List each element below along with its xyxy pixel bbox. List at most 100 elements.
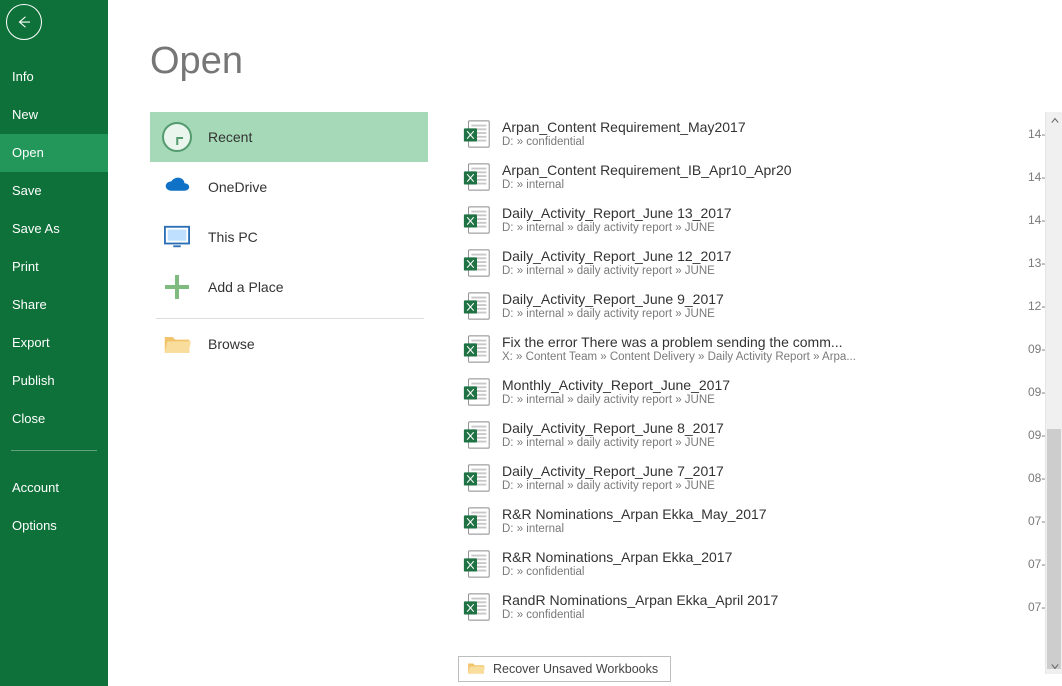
file-name: Arpan_Content Requirement_May2017 — [502, 119, 1028, 135]
recent-file-row[interactable]: Monthly_Activity_Report_June_2017D: » in… — [458, 370, 1062, 413]
recent-file-row[interactable]: Arpan_Content Requirement_IB_Apr10_Apr20… — [458, 155, 1062, 198]
recent-file-row[interactable]: Daily_Activity_Report_June 8_2017D: » in… — [458, 413, 1062, 456]
this-pc-icon — [162, 222, 192, 252]
folder-open-icon — [467, 661, 485, 678]
recent-file-row[interactable]: Daily_Activity_Report_June 7_2017D: » in… — [458, 456, 1062, 499]
file-name: Daily_Activity_Report_June 9_2017 — [502, 291, 1028, 307]
file-info: Daily_Activity_Report_June 9_2017D: » in… — [502, 291, 1028, 320]
file-info: Daily_Activity_Report_June 13_2017D: » i… — [502, 205, 1028, 234]
recent-file-row[interactable]: Daily_Activity_Report_June 12_2017D: » i… — [458, 241, 1062, 284]
sidebar-item-close[interactable]: Close — [0, 400, 108, 438]
recent-file-row[interactable]: Daily_Activity_Report_June 13_2017D: » i… — [458, 198, 1062, 241]
file-info: R&R Nominations_Arpan Ekka_2017D: » conf… — [502, 549, 1028, 578]
add-place-icon — [162, 272, 192, 302]
back-button[interactable] — [6, 4, 42, 40]
onedrive-icon — [162, 172, 192, 202]
recent-file-row[interactable]: Fix the error There was a problem sendin… — [458, 327, 1062, 370]
main-area: Open Recent OneDrive This PC Add a Place — [108, 0, 1062, 686]
scrollbar-down-button[interactable] — [1046, 657, 1062, 674]
file-name: R&R Nominations_Arpan Ekka_2017 — [502, 549, 1028, 565]
sidebar-item-new[interactable]: New — [0, 96, 108, 134]
recent-file-row[interactable]: R&R Nominations_Arpan Ekka_2017D: » conf… — [458, 542, 1062, 585]
excel-file-icon — [462, 549, 492, 579]
back-arrow-icon — [15, 13, 33, 31]
sidebar-item-account[interactable]: Account — [0, 469, 108, 507]
file-info: Fix the error There was a problem sendin… — [502, 334, 1028, 363]
location-label: Add a Place — [208, 279, 284, 295]
folder-open-icon — [162, 329, 192, 359]
location-label: This PC — [208, 229, 258, 245]
recover-label: Recover Unsaved Workbooks — [493, 662, 658, 676]
file-info: Arpan_Content Requirement_IB_Apr10_Apr20… — [502, 162, 1028, 191]
excel-file-icon — [462, 592, 492, 622]
file-path: X: » Content Team » Content Delivery » D… — [502, 351, 1028, 363]
file-info: RandR Nominations_Arpan Ekka_April 2017D… — [502, 592, 1028, 621]
scrollbar-thumb[interactable] — [1047, 429, 1061, 669]
file-path: D: » internal » daily activity report » … — [502, 437, 1028, 449]
file-path: D: » internal » daily activity report » … — [502, 265, 1028, 277]
page-title: Open — [150, 40, 243, 83]
location-label: Browse — [208, 336, 255, 352]
file-name: Daily_Activity_Report_June 13_2017 — [502, 205, 1028, 221]
scrollbar-up-button[interactable] — [1046, 112, 1062, 129]
location-this-pc[interactable]: This PC — [150, 212, 428, 262]
excel-file-icon — [462, 205, 492, 235]
excel-file-icon — [462, 248, 492, 278]
location-label: Recent — [208, 129, 252, 145]
file-name: Arpan_Content Requirement_IB_Apr10_Apr20 — [502, 162, 1028, 178]
sidebar-item-open[interactable]: Open — [0, 134, 108, 172]
scrollbar-track[interactable] — [1046, 129, 1062, 657]
file-path: D: » internal » daily activity report » … — [502, 480, 1028, 492]
file-path: D: » confidential — [502, 609, 1028, 621]
recent-file-row[interactable]: R&R Nominations_Arpan Ekka_May_2017D: » … — [458, 499, 1062, 542]
location-browse[interactable]: Browse — [150, 319, 428, 369]
location-onedrive[interactable]: OneDrive — [150, 162, 428, 212]
sidebar-nav: InfoNewOpenSaveSave AsPrintShareExportPu… — [0, 58, 108, 438]
file-path: D: » internal » daily activity report » … — [502, 222, 1028, 234]
recent-file-list: Arpan_Content Requirement_May2017D: » co… — [458, 112, 1062, 657]
open-locations: Recent OneDrive This PC Add a Place Brow… — [150, 112, 428, 369]
location-label: OneDrive — [208, 179, 267, 195]
file-info: Monthly_Activity_Report_June_2017D: » in… — [502, 377, 1028, 406]
sidebar-divider — [11, 450, 97, 451]
excel-file-icon — [462, 162, 492, 192]
file-name: RandR Nominations_Arpan Ekka_April 2017 — [502, 592, 1028, 608]
recover-unsaved-button[interactable]: Recover Unsaved Workbooks — [458, 656, 671, 682]
sidebar-item-info[interactable]: Info — [0, 58, 108, 96]
excel-file-icon — [462, 119, 492, 149]
file-path: D: » internal » daily activity report » … — [502, 308, 1028, 320]
clock-icon — [162, 122, 192, 152]
file-info: Daily_Activity_Report_June 12_2017D: » i… — [502, 248, 1028, 277]
excel-file-icon — [462, 506, 492, 536]
location-add-place[interactable]: Add a Place — [150, 262, 428, 312]
sidebar-item-options[interactable]: Options — [0, 507, 108, 545]
file-name: Fix the error There was a problem sendin… — [502, 334, 1028, 350]
sidebar-item-save-as[interactable]: Save As — [0, 210, 108, 248]
sidebar-item-print[interactable]: Print — [0, 248, 108, 286]
file-path: D: » confidential — [502, 136, 1028, 148]
excel-file-icon — [462, 334, 492, 364]
file-name: Daily_Activity_Report_June 8_2017 — [502, 420, 1028, 436]
file-path: D: » internal — [502, 179, 1028, 191]
excel-file-icon — [462, 420, 492, 450]
sidebar-item-publish[interactable]: Publish — [0, 362, 108, 400]
excel-file-icon — [462, 291, 492, 321]
recent-file-row[interactable]: Daily_Activity_Report_June 9_2017D: » in… — [458, 284, 1062, 327]
backstage-sidebar: InfoNewOpenSaveSave AsPrintShareExportPu… — [0, 0, 108, 686]
file-info: Daily_Activity_Report_June 7_2017D: » in… — [502, 463, 1028, 492]
recent-file-row[interactable]: RandR Nominations_Arpan Ekka_April 2017D… — [458, 585, 1062, 628]
file-list-scrollbar[interactable] — [1045, 112, 1062, 674]
file-info: Arpan_Content Requirement_May2017D: » co… — [502, 119, 1028, 148]
sidebar-item-share[interactable]: Share — [0, 286, 108, 324]
location-recent[interactable]: Recent — [150, 112, 428, 162]
recent-file-row[interactable]: Arpan_Content Requirement_May2017D: » co… — [458, 112, 1062, 155]
sidebar-item-save[interactable]: Save — [0, 172, 108, 210]
file-name: Daily_Activity_Report_June 12_2017 — [502, 248, 1028, 264]
file-name: R&R Nominations_Arpan Ekka_May_2017 — [502, 506, 1028, 522]
file-info: Daily_Activity_Report_June 8_2017D: » in… — [502, 420, 1028, 449]
sidebar-item-export[interactable]: Export — [0, 324, 108, 362]
excel-file-icon — [462, 463, 492, 493]
file-path: D: » internal » daily activity report » … — [502, 394, 1028, 406]
file-path: D: » confidential — [502, 566, 1028, 578]
sidebar-footer-nav: AccountOptions — [0, 469, 108, 545]
